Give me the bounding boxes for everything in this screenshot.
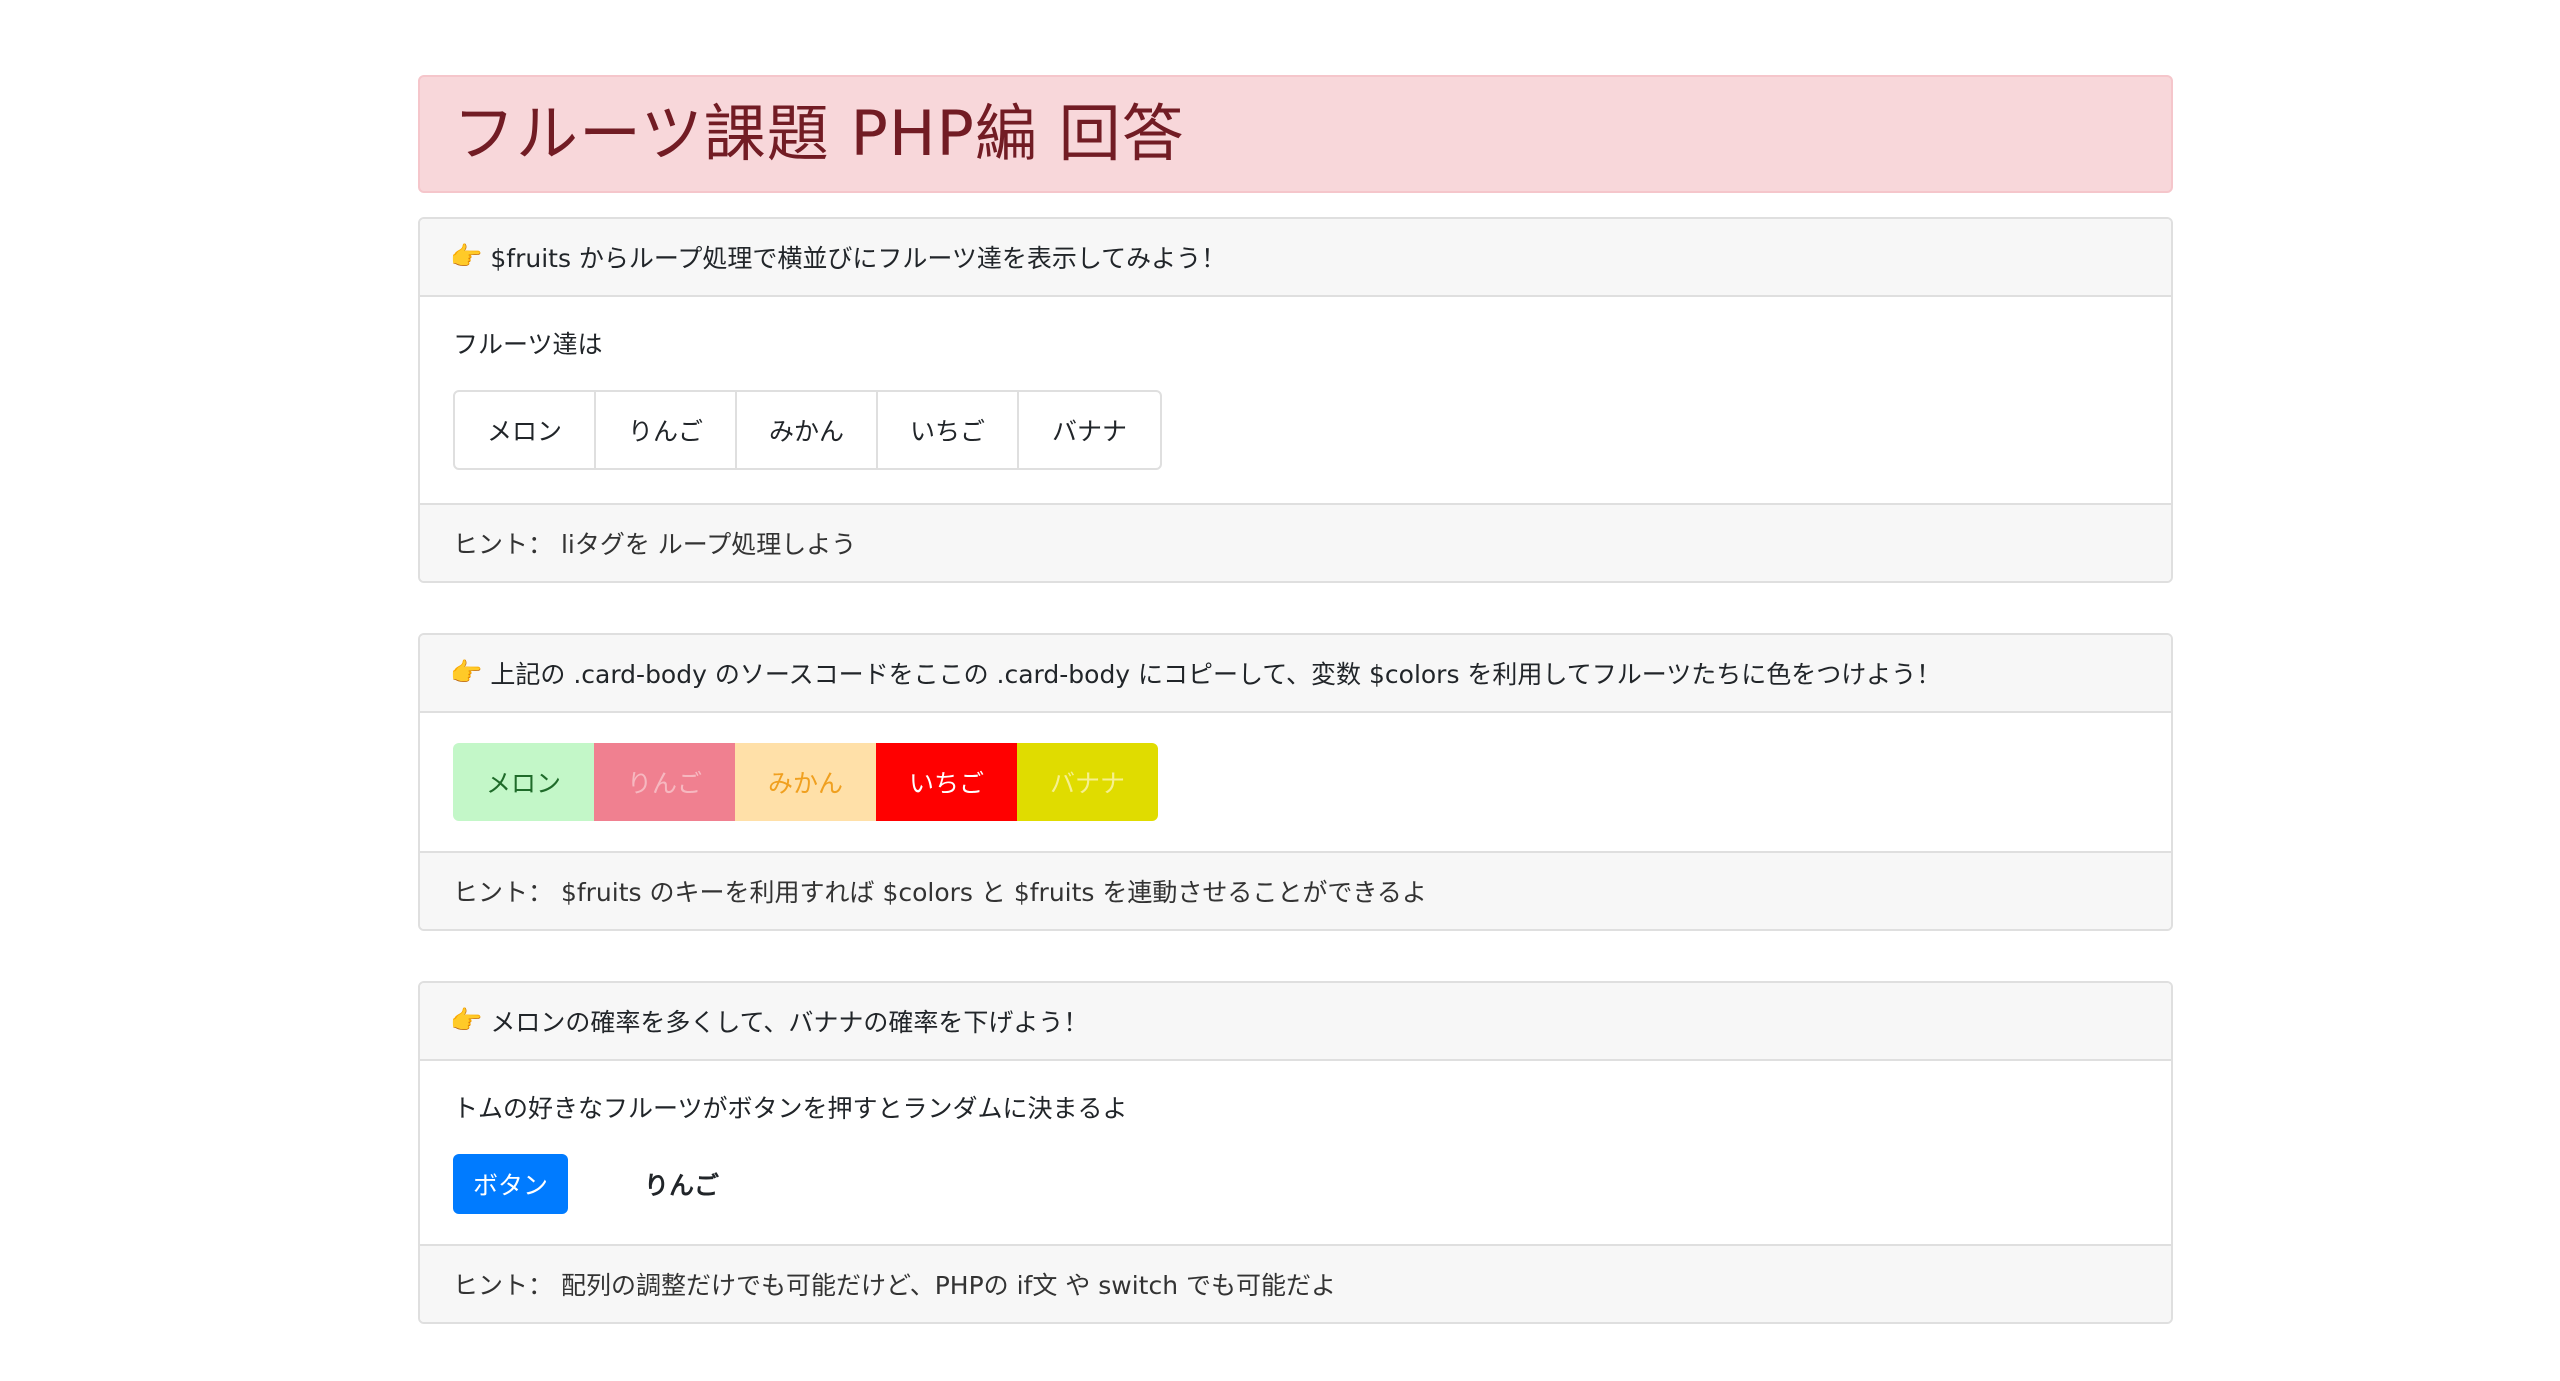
card-header-text: メロンの確率を多くして、バナナの確率を下げよう！ — [490, 1008, 1089, 1037]
button-row: ボタン りんご — [453, 1154, 2138, 1214]
pointing-hand-icon: 👉 — [450, 658, 483, 688]
colored-fruit-apple: りんご — [594, 743, 735, 821]
card-footer-hint: ヒント： 配列の調整だけでも可能だけど、PHPの if文 や switch でも… — [420, 1244, 2171, 1322]
colored-fruit-banana: バナナ — [1017, 743, 1158, 821]
card-colored-fruits: 👉 上記の .card-body のソースコードをここの .card-body … — [418, 633, 2173, 931]
card-random-fruit: 👉 メロンの確率を多くして、バナナの確率を下げよう！ トムの好きなフルーツがボタ… — [418, 981, 2173, 1324]
main-container: フルーツ課題 PHP編 回答 👉 $fruits からループ処理で横並びにフルー… — [418, 75, 2173, 1374]
intro-text: フルーツ達は — [453, 330, 603, 359]
fruit-item-banana: バナナ — [1051, 417, 1127, 446]
card-header-text: 上記の .card-body のソースコードをここの .card-body にコ… — [490, 660, 1942, 689]
intro-text: トムの好きなフルーツがボタンを押すとランダムに決まるよ — [453, 1094, 1128, 1123]
pointing-hand-icon: 👉 — [450, 242, 483, 272]
colored-fruit-list: メロン りんご みかん いちご バナナ — [453, 743, 1158, 821]
card-header: 👉 $fruits からループ処理で横並びにフルーツ達を表示してみよう！ — [420, 219, 2171, 297]
card-fruit-list: 👉 $fruits からループ処理で横並びにフルーツ達を表示してみよう！ フルー… — [418, 217, 2173, 583]
fruit-item-apple: りんご — [596, 392, 737, 468]
card-header: 👉 上記の .card-body のソースコードをここの .card-body … — [420, 635, 2171, 713]
card-footer-hint: ヒント： $fruits のキーを利用すれば $colors と $fruits… — [420, 851, 2171, 929]
colored-fruit-strawberry: いちご — [876, 743, 1017, 821]
page-title: フルーツ課題 PHP編 回答 — [453, 97, 1185, 170]
fruit-item-orange: みかん — [737, 392, 878, 468]
colored-fruit-orange: みかん — [735, 743, 876, 821]
card-body: トムの好きなフルーツがボタンを押すとランダムに決まるよ ボタン りんご — [420, 1061, 2171, 1244]
fruit-item-melon: メロン — [455, 392, 596, 468]
fruit-list: メロン りんご みかん いちご バナナ — [453, 390, 1162, 470]
card-footer-hint: ヒント： liタグを ループ処理しよう — [420, 503, 2171, 581]
card-header-text: $fruits からループ処理で横並びにフルーツ達を表示してみよう！ — [490, 244, 1227, 273]
fruit-item-strawberry: いちご — [878, 392, 1019, 468]
card-body: フルーツ達は メロン りんご みかん いちご バナナ — [420, 297, 2171, 503]
random-button[interactable]: ボタン — [453, 1154, 569, 1214]
colored-fruit-melon: メロン — [453, 743, 594, 821]
random-result: りんご — [644, 1171, 720, 1200]
card-header: 👉 メロンの確率を多くして、バナナの確率を下げよう！ — [420, 983, 2171, 1061]
card-body: メロン りんご みかん いちご バナナ — [420, 713, 2171, 851]
pointing-hand-icon: 👉 — [450, 1006, 483, 1036]
title-alert: フルーツ課題 PHP編 回答 — [418, 75, 2173, 193]
